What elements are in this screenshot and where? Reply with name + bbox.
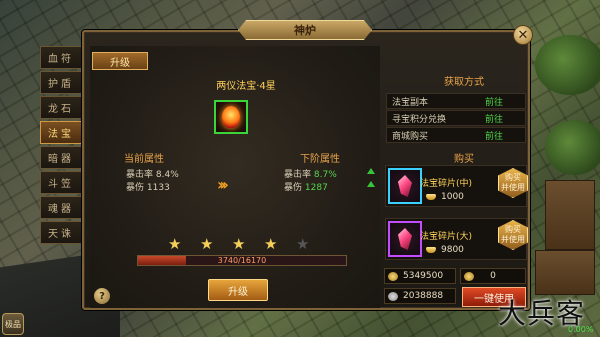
goto-link[interactable]: 前往 [485,112,503,125]
fragment-icon [398,228,412,250]
tab-blood-talisman[interactable]: 血符 [40,46,82,69]
star-filled-icon: ★ [200,235,214,253]
buy-title: 购买 [454,154,474,165]
tab-soul-vessel[interactable]: 魂器 [40,196,82,219]
next-crit-damage: 暴伤 1287 [284,180,328,193]
current-crit-damage: 暴伤 1133 [126,180,170,193]
treasure-icon [222,106,240,128]
coin-value: 2038888 [403,291,444,301]
stat-value: 1287 [304,183,328,193]
current-attributes-title: 当前属性 [124,154,164,165]
acquire-row: 寻宝积分兑换 前往 [386,110,526,126]
item-slot[interactable] [214,100,248,134]
help-icon[interactable]: ? [94,288,110,304]
arrow-up-icon [367,168,375,174]
tab-shield[interactable]: 护盾 [40,71,82,94]
star-filled-icon: ★ [168,235,182,253]
next-crit-rate: 暴击率 8.7% [284,167,337,180]
gold-ingot-balance: 5349500 [384,268,456,284]
star-rating: ★ ★ ★ ★ ★ [168,235,318,253]
stat-label: 暴击率 [126,170,154,180]
scene-crate [545,180,595,250]
fragment-large-slot[interactable] [388,221,422,257]
upgrade-progress-bar: 3740/16170 [137,255,347,266]
chevron-right-icon: ››› [217,175,229,194]
avatar-label: 极品 [5,319,21,329]
stat-value: 8.4% [155,170,179,180]
tab-dragon-stone[interactable]: 龙石 [40,96,82,119]
acquire-source: 商城购买 [392,131,429,142]
bound-ingot-balance: 0 [460,268,526,284]
stat-value: 1133 [146,183,170,193]
scene-crate [535,250,595,295]
acquire-source: 法宝副本 [392,97,429,108]
goto-link[interactable]: 前往 [485,95,503,108]
upgrade-button[interactable]: 升级 [208,279,268,301]
bound-ingot-value: 0 [490,271,496,281]
acquire-title: 获取方式 [444,77,484,88]
stat-label: 暴击率 [284,170,312,180]
coin-icon [388,292,398,301]
scene-tree [535,35,600,95]
buy-item-name: 法宝碎片(大) [420,232,473,242]
star-empty-icon: ★ [296,235,310,253]
star-filled-icon: ★ [264,235,278,253]
tab-magic-treasure[interactable]: 法宝 [40,121,82,144]
tab-heavenly-punish[interactable]: 天诛 [40,221,82,244]
acquire-source: 寻宝积分兑换 [392,114,447,125]
star-filled-icon: ★ [232,235,246,253]
window-title: 神炉 [238,20,372,40]
buy-item-price: 1000 [441,192,464,202]
stat-label: 暴伤 [126,183,145,193]
scene-tree [545,120,600,175]
tab-hat[interactable]: 斗笠 [40,171,82,194]
fragment-icon [398,175,412,197]
current-crit-rate: 暴击率 8.4% [126,167,179,180]
close-icon[interactable]: ✕ [513,25,533,45]
tab-hidden-weapon[interactable]: 暗器 [40,146,82,169]
fragment-medium-slot[interactable] [388,168,422,204]
corner-readout: 0.00% [568,325,594,334]
side-tab-list: 血符 护盾 龙石 法宝 暗器 斗笠 魂器 天诛 [40,46,82,262]
stat-label: 暴伤 [284,183,303,193]
stat-value: 8.7% [313,170,337,180]
acquire-row: 法宝副本 前往 [386,93,526,109]
arrow-up-icon [367,181,375,187]
goto-link[interactable]: 前往 [485,129,503,142]
progress-text: 3740/16170 [217,256,267,265]
buy-item-price: 9800 [441,245,464,255]
coin-balance: 2038888 [384,288,456,304]
sub-tab-upgrade[interactable]: 升级 [92,52,148,70]
acquire-row: 商城购买 前往 [386,127,526,143]
player-avatar[interactable]: 极品 [2,313,24,335]
buy-item-name: 法宝碎片(中) [420,179,473,189]
item-name: 两仪法宝·4星 [216,81,276,92]
gold-ingot-value: 5349500 [403,271,444,281]
next-attributes-title: 下阶属性 [300,154,340,165]
gold-ingot-icon [388,272,398,281]
